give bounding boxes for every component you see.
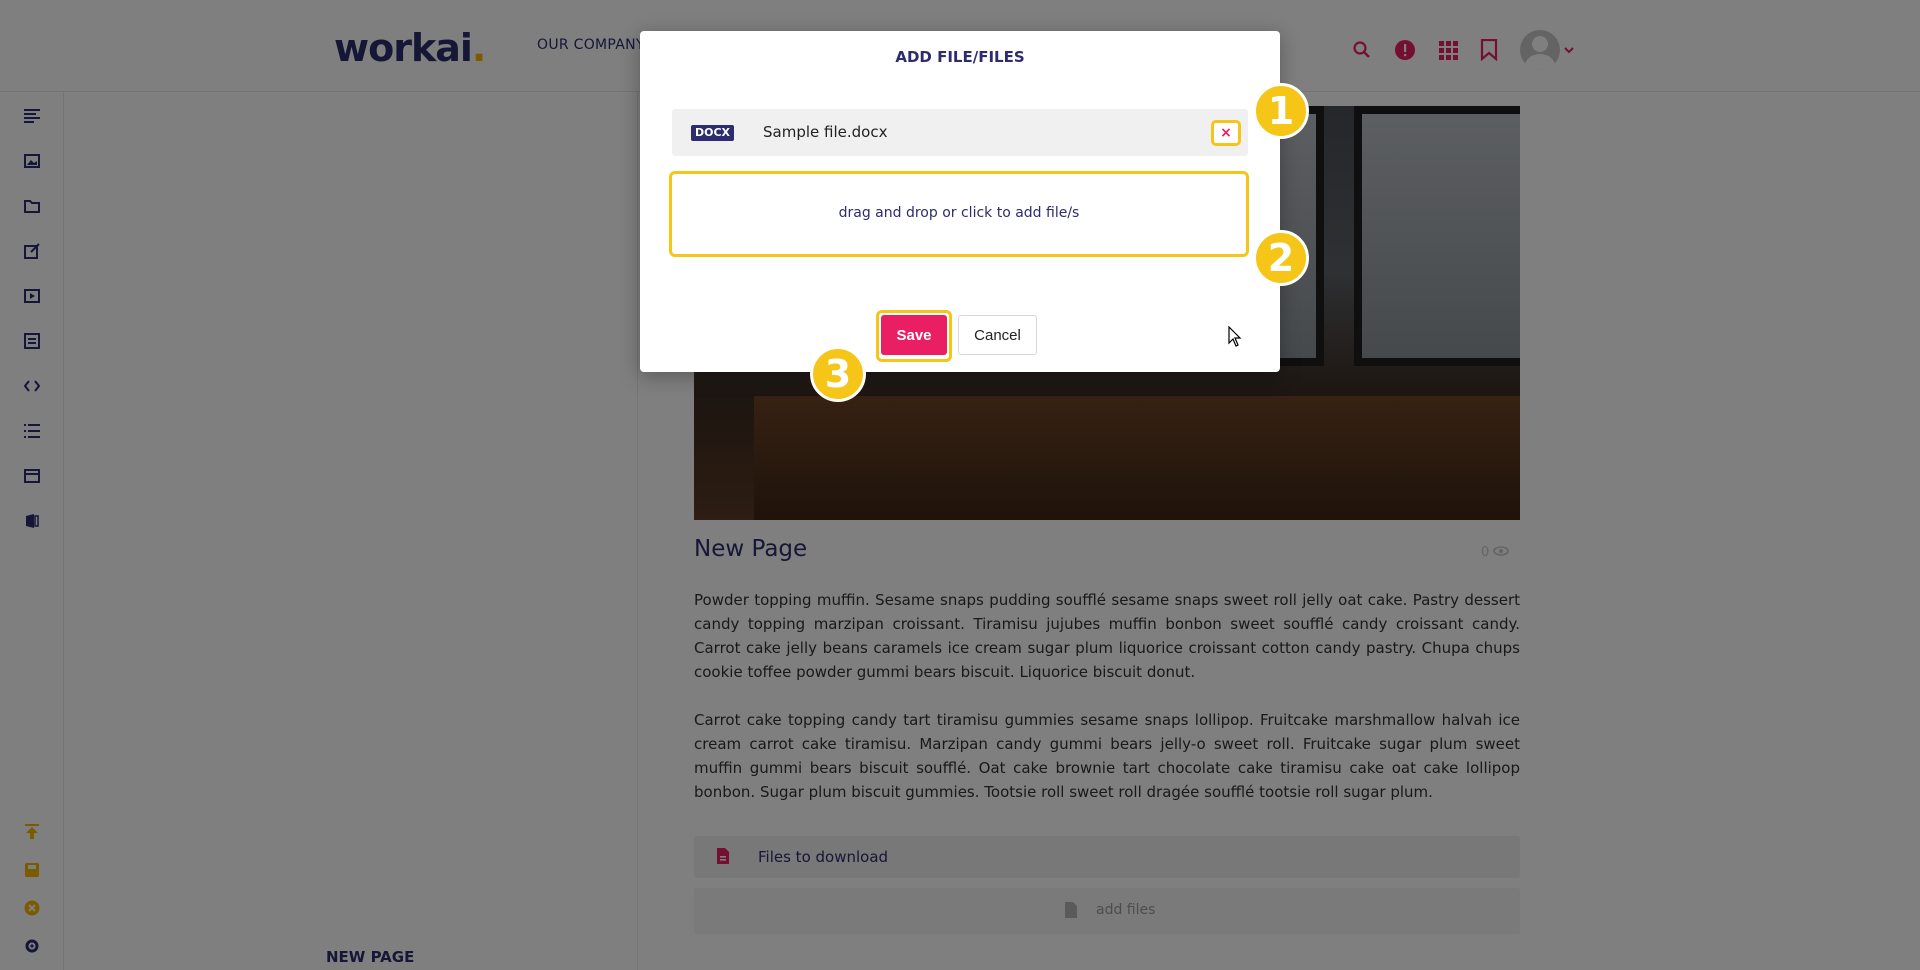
callout-step-1: 1 (1253, 83, 1309, 139)
dropzone-label: drag and drop or click to add file/s (838, 205, 1080, 221)
add-files-modal: ADD FILE/FILES DOCX Sample file.docx × d… (640, 31, 1280, 372)
save-button[interactable]: Save (881, 315, 947, 355)
attached-file-row: DOCX Sample file.docx × (672, 109, 1248, 156)
modal-title: ADD FILE/FILES (895, 48, 1025, 66)
cancel-button[interactable]: Cancel (958, 315, 1037, 355)
callout-step-2: 2 (1253, 230, 1309, 286)
remove-file-button[interactable]: × (1211, 120, 1241, 146)
callout-step-3: 3 (810, 346, 866, 402)
close-icon: × (1220, 125, 1232, 141)
file-type-badge: DOCX (691, 125, 735, 141)
mouse-cursor-icon (1228, 326, 1242, 347)
file-dropzone[interactable]: drag and drop or click to add file/s (669, 171, 1249, 257)
attached-file-name: Sample file.docx (763, 123, 888, 141)
